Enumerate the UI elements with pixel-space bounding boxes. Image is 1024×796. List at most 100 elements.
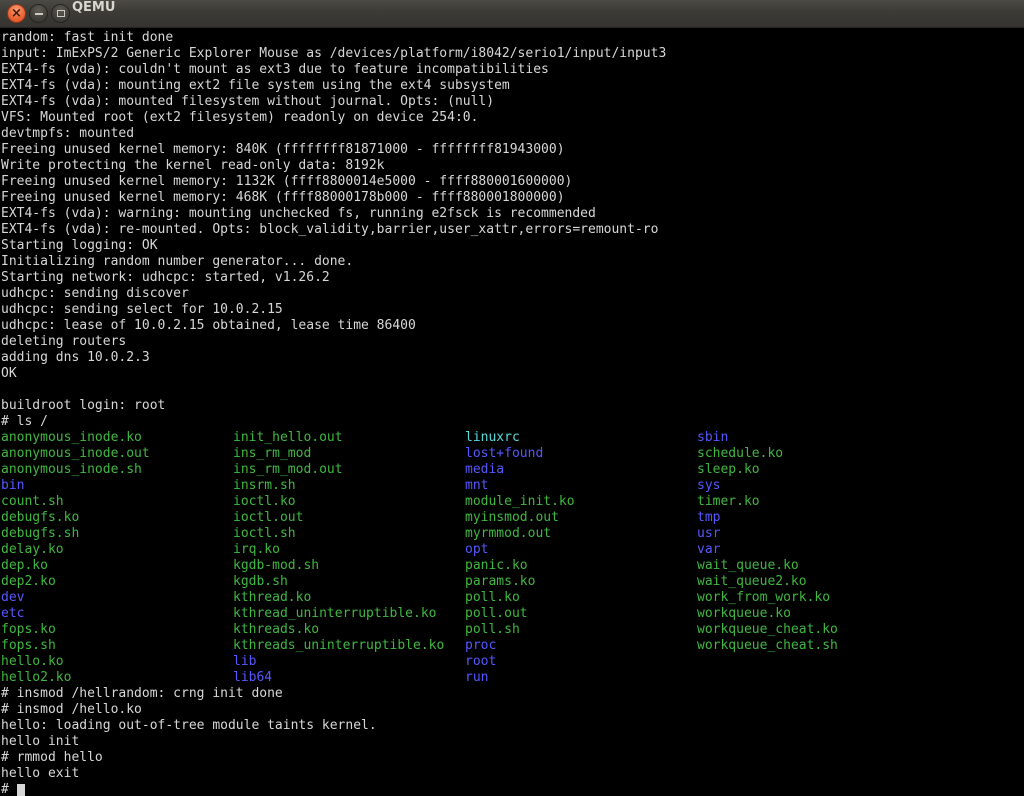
console-line: EXT4-fs (vda): mounting ext2 file system… (1, 78, 1024, 94)
file-entry: irq.ko (233, 542, 465, 558)
file-entry: ioctl.out (233, 510, 465, 526)
file-entry: root (465, 654, 697, 670)
ls-row: delay.koirq.kooptvar (1, 542, 1024, 558)
file-entry: lib64 (233, 670, 465, 686)
file-entry: wait_queue.ko (697, 558, 929, 574)
console-line: # rmmod hello (1, 750, 1024, 766)
file-entry: panic.ko (465, 558, 697, 574)
file-entry: workqueue_cheat.ko (697, 622, 929, 638)
file-entry: kgdb.sh (233, 574, 465, 590)
file-entry: kthreads_uninterruptible.ko (233, 638, 465, 654)
file-entry: run (465, 670, 697, 686)
file-entry: params.ko (465, 574, 697, 590)
ls-row: dep2.kokgdb.shparams.kowait_queue2.ko (1, 574, 1024, 590)
file-entry: bin (1, 478, 233, 494)
shell-prompt: # (1, 782, 17, 796)
file-entry: poll.ko (465, 590, 697, 606)
console-line: udhcpc: lease of 10.0.2.15 obtained, lea… (1, 318, 1024, 334)
file-entry: schedule.ko (697, 446, 929, 462)
file-entry: debugfs.sh (1, 526, 233, 542)
console-line: EXT4-fs (vda): mounted filesystem withou… (1, 94, 1024, 110)
console-line: udhcpc: sending discover (1, 286, 1024, 302)
ls-row: devkthread.kopoll.kowork_from_work.ko (1, 590, 1024, 606)
file-entry: tmp (697, 510, 929, 526)
console-line: Starting logging: OK (1, 238, 1024, 254)
console-line: Write protecting the kernel read-only da… (1, 158, 1024, 174)
file-entry: kgdb-mod.sh (233, 558, 465, 574)
ls-row: debugfs.shioctl.shmyrmmod.outusr (1, 526, 1024, 542)
console-line: input: ImExPS/2 Generic Explorer Mouse a… (1, 46, 1024, 62)
console-line: buildroot login: root (1, 398, 1024, 414)
ls-row: etckthread_uninterruptible.kopoll.outwor… (1, 606, 1024, 622)
titlebar[interactable]: × QEMU (0, 0, 1024, 28)
file-entry: anonymous_inode.out (1, 446, 233, 462)
ls-row: count.shioctl.komodule_init.kotimer.ko (1, 494, 1024, 510)
close-button[interactable]: × (7, 4, 26, 23)
console-line: EXT4-fs (vda): couldn't mount as ext3 du… (1, 62, 1024, 78)
post-log: # insmod /hellrandom: crng init done# in… (1, 686, 1024, 782)
ls-row: dep.kokgdb-mod.shpanic.kowait_queue.ko (1, 558, 1024, 574)
file-entry: insrm.sh (233, 478, 465, 494)
file-entry: media (465, 462, 697, 478)
ls-row: hello.kolibroot (1, 654, 1024, 670)
ls-row: anonymous_inode.shins_rm_mod.outmediasle… (1, 462, 1024, 478)
ls-row: anonymous_inode.koinit_hello.outlinuxrcs… (1, 430, 1024, 446)
file-entry: kthreads.ko (233, 622, 465, 638)
console-line: Initializing random number generator... … (1, 254, 1024, 270)
minimize-button[interactable] (29, 4, 48, 23)
console-line: # ls / (1, 414, 1024, 430)
console-line: devtmpfs: mounted (1, 126, 1024, 142)
file-entry: hello2.ko (1, 670, 233, 686)
window-title: QEMU (72, 0, 115, 15)
file-entry: lost+found (465, 446, 697, 462)
file-entry: hello.ko (1, 654, 233, 670)
console-line: hello init (1, 734, 1024, 750)
console-screen[interactable]: random: fast init doneinput: ImExPS/2 Ge… (0, 28, 1024, 796)
ls-row: hello2.kolib64run (1, 670, 1024, 686)
ls-row: fops.kokthreads.kopoll.shworkqueue_cheat… (1, 622, 1024, 638)
file-entry: debugfs.ko (1, 510, 233, 526)
console-line: VFS: Mounted root (ext2 filesystem) read… (1, 110, 1024, 126)
file-entry: myrmmod.out (465, 526, 697, 542)
file-entry: init_hello.out (233, 430, 465, 446)
file-entry: linuxrc (465, 430, 697, 446)
file-entry: count.sh (1, 494, 233, 510)
file-entry: sleep.ko (697, 462, 929, 478)
file-entry: ioctl.sh (233, 526, 465, 542)
file-entry: module_init.ko (465, 494, 697, 510)
minimize-icon (35, 13, 43, 15)
text-cursor (17, 784, 25, 796)
file-entry: fops.ko (1, 622, 233, 638)
file-entry: myinsmod.out (465, 510, 697, 526)
prompt-line: # (1, 782, 1024, 796)
console-line: OK (1, 366, 1024, 382)
ls-row: anonymous_inode.outins_rm_modlost+founds… (1, 446, 1024, 462)
file-entry: work_from_work.ko (697, 590, 929, 606)
console-line: adding dns 10.0.2.3 (1, 350, 1024, 366)
file-entry: workqueue.ko (697, 606, 929, 622)
file-entry: kthread.ko (233, 590, 465, 606)
boot-log: random: fast init doneinput: ImExPS/2 Ge… (1, 30, 1024, 430)
file-entry: var (697, 542, 929, 558)
file-entry: dep.ko (1, 558, 233, 574)
file-entry: ins_rm_mod (233, 446, 465, 462)
console-line: deleting routers (1, 334, 1024, 350)
close-icon: × (11, 7, 22, 20)
file-entry: anonymous_inode.ko (1, 430, 233, 446)
file-entry: kthread_uninterruptible.ko (233, 606, 465, 622)
console-line: Starting network: udhcpc: started, v1.26… (1, 270, 1024, 286)
console-line: random: fast init done (1, 30, 1024, 46)
ls-row: bininsrm.shmntsys (1, 478, 1024, 494)
console-line: Freeing unused kernel memory: 840K (ffff… (1, 142, 1024, 158)
file-entry: proc (465, 638, 697, 654)
ls-row: fops.shkthreads_uninterruptible.koprocwo… (1, 638, 1024, 654)
file-entry: dev (1, 590, 233, 606)
file-entry: anonymous_inode.sh (1, 462, 233, 478)
maximize-button[interactable] (51, 4, 70, 23)
ls-row: debugfs.koioctl.outmyinsmod.outtmp (1, 510, 1024, 526)
file-entry: mnt (465, 478, 697, 494)
file-entry: fops.sh (1, 638, 233, 654)
file-entry: ins_rm_mod.out (233, 462, 465, 478)
console-line: # insmod /hellrandom: crng init done (1, 686, 1024, 702)
ls-output: anonymous_inode.koinit_hello.outlinuxrcs… (1, 430, 1024, 686)
